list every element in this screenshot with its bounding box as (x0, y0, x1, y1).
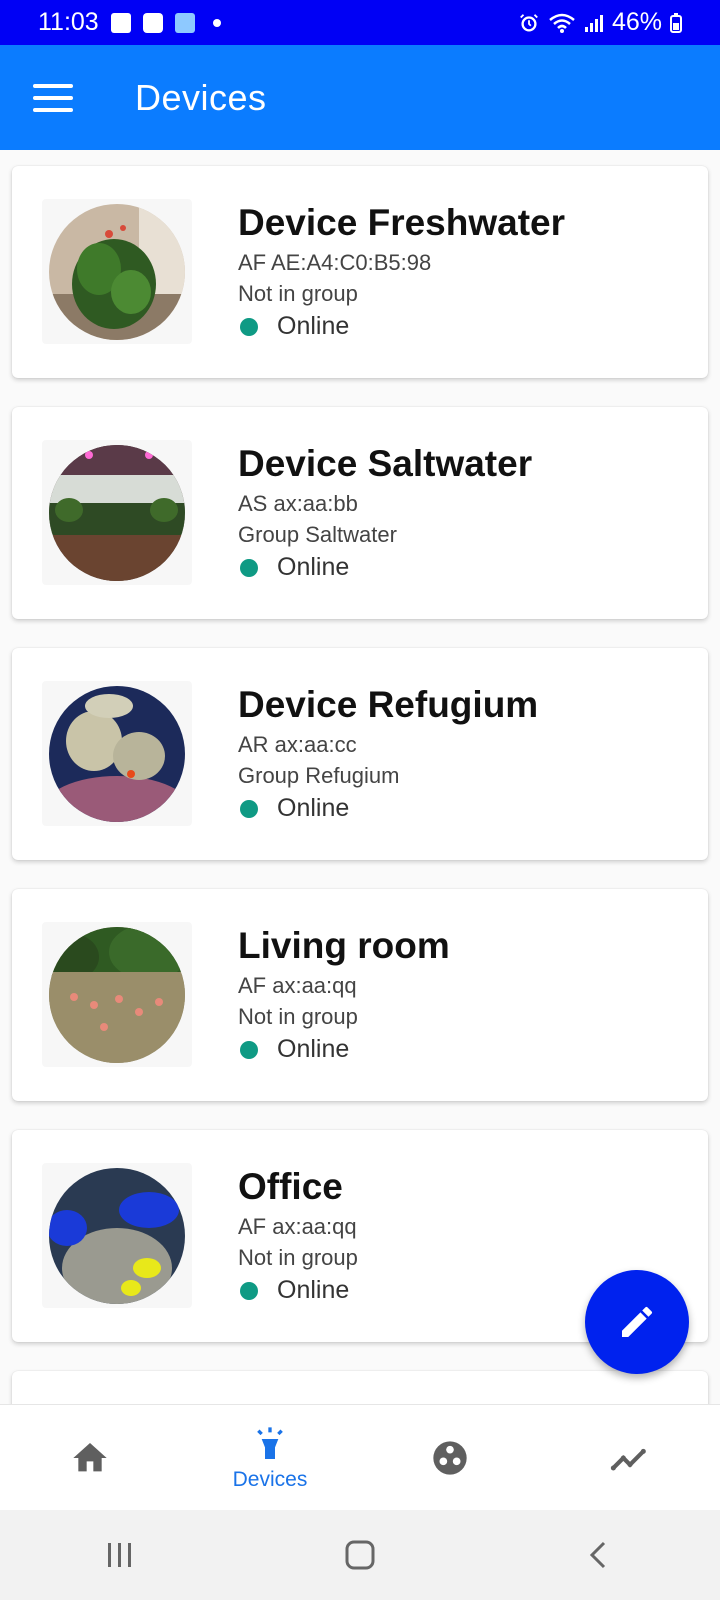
battery-icon (670, 12, 682, 33)
device-info: Device Refugium AR ax:aa:cc Group Refugi… (238, 684, 538, 823)
avatar-frame (42, 199, 192, 344)
device-status: Online (277, 312, 350, 340)
bottom-nav: Devices (0, 1404, 720, 1510)
system-nav-bar (0, 1510, 720, 1600)
device-name: Office (238, 1166, 343, 1207)
nav-charts[interactable] (540, 1405, 720, 1511)
status-row: Online (238, 794, 538, 823)
wifi-icon (549, 13, 575, 33)
status-right: 46% (518, 8, 682, 37)
device-id: AR ax:aa:cc (238, 732, 357, 757)
device-group: Not in group (238, 281, 358, 306)
back-icon[interactable] (585, 1540, 615, 1570)
device-group: Group Saltwater (238, 522, 397, 547)
battery-percent: 46% (611, 8, 662, 36)
device-status: Online (277, 1035, 350, 1063)
device-status: Online (277, 1276, 350, 1304)
online-dot-icon (240, 558, 258, 577)
device-name: Living room (238, 925, 450, 966)
lamp-icon (257, 1427, 283, 1459)
status-row: Online (238, 1035, 450, 1064)
device-info: Device Saltwater AS ax:aa:bb Group Saltw… (238, 443, 532, 582)
device-card-partial[interactable] (12, 1371, 708, 1404)
online-dot-icon (240, 1040, 258, 1059)
device-id: AF AE:A4:C0:B5:98 (238, 250, 432, 275)
device-card-freshwater[interactable]: Device Freshwater AF AE:A4:C0:B5:98 Not … (12, 166, 708, 378)
chart-icon (610, 1448, 646, 1471)
device-info: Device Freshwater AF AE:A4:C0:B5:98 Not … (238, 202, 565, 341)
avatar-frame (42, 440, 192, 585)
status-row: Online (238, 553, 532, 582)
status-time: 11:03 (38, 8, 99, 36)
avatar-frame (42, 1163, 192, 1308)
device-status: Online (277, 553, 350, 581)
device-id: AS ax:aa:bb (238, 491, 358, 516)
device-id: AF ax:aa:qq (238, 973, 357, 998)
nav-devices[interactable]: Devices (180, 1405, 360, 1511)
avatar-frame (42, 922, 192, 1067)
home-icon (73, 1443, 107, 1472)
device-avatar (49, 686, 185, 822)
edit-fab-button[interactable] (585, 1270, 689, 1374)
app-bar: Devices (0, 45, 720, 150)
device-info: Office AF ax:aa:qq Not in group Online (238, 1166, 358, 1305)
recent-apps-icon[interactable] (105, 1540, 135, 1570)
device-group: Group Refugium (238, 763, 400, 788)
online-dot-icon (240, 317, 258, 336)
location-icon (174, 12, 195, 33)
device-status: Online (277, 794, 350, 822)
device-group: Not in group (238, 1004, 358, 1029)
device-id: AF ax:aa:qq (238, 1214, 357, 1239)
nav-home[interactable] (0, 1405, 180, 1511)
avatar-frame (42, 681, 192, 826)
device-avatar (49, 204, 185, 340)
device-avatar (49, 445, 185, 581)
device-name: Device Freshwater (238, 202, 566, 243)
device-info: Living room AF ax:aa:qq Not in group Onl… (238, 925, 450, 1064)
home-button-icon[interactable] (344, 1539, 376, 1571)
groups-icon (433, 1441, 467, 1475)
nav-label-devices: Devices (232, 1468, 308, 1491)
status-left: 11:03 (38, 8, 221, 37)
device-list[interactable]: Device Freshwater AF AE:A4:C0:B5:98 Not … (0, 150, 720, 1404)
camera-icon (142, 12, 163, 33)
status-row: Online (238, 312, 565, 341)
device-group: Not in group (238, 1245, 358, 1270)
online-dot-icon (240, 799, 258, 818)
nav-groups[interactable] (360, 1405, 540, 1511)
device-avatar (49, 1168, 185, 1304)
device-name: Device Refugium (238, 684, 539, 725)
status-bar: 11:03 46% (0, 0, 720, 45)
device-name: Device Saltwater (238, 443, 533, 484)
menu-icon[interactable] (33, 83, 73, 112)
gallery-icon (110, 12, 131, 33)
pencil-icon (622, 1306, 653, 1337)
status-row: Online (238, 1276, 358, 1305)
signal-icon (584, 14, 603, 32)
device-card-refugium[interactable]: Device Refugium AR ax:aa:cc Group Refugi… (12, 648, 708, 860)
alarm-icon (520, 13, 538, 31)
dot-icon (212, 18, 221, 27)
online-dot-icon (240, 1281, 258, 1300)
device-card-saltwater[interactable]: Device Saltwater AS ax:aa:bb Group Saltw… (12, 407, 708, 619)
device-avatar (49, 927, 185, 1063)
device-card-living-room[interactable]: Living room AF ax:aa:qq Not in group Onl… (12, 889, 708, 1101)
page-title: Devices (135, 76, 267, 118)
